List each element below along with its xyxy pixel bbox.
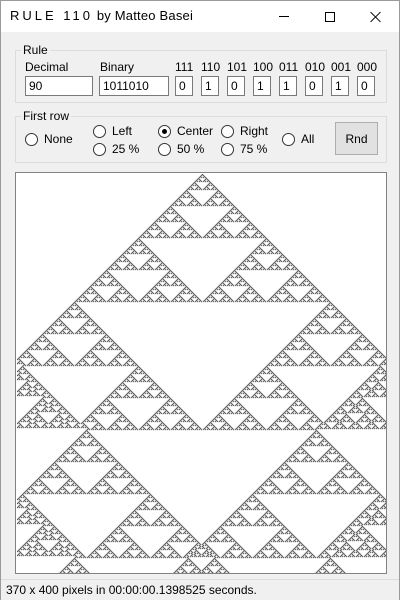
radio-none-label: None xyxy=(44,132,73,146)
rnd-button[interactable]: Rnd xyxy=(335,122,378,155)
rule-group-label: Rule xyxy=(21,43,50,57)
radio-right[interactable]: Right xyxy=(221,124,268,138)
bit-input-110[interactable]: 1 xyxy=(201,76,219,96)
radio-50-label: 50 % xyxy=(177,142,205,156)
maximize-button[interactable] xyxy=(307,1,353,32)
binary-input[interactable]: 1011010 xyxy=(99,76,169,96)
radio-all[interactable]: All xyxy=(282,132,314,146)
radio-75-label: 75 % xyxy=(240,142,268,156)
radio-75[interactable]: 75 % xyxy=(221,142,267,156)
bit-input-001[interactable]: 1 xyxy=(331,76,349,96)
bit-input-100[interactable]: 1 xyxy=(253,76,271,96)
radio-all-indicator xyxy=(282,132,295,146)
bit-label-111: 111 xyxy=(175,60,194,74)
first-row-group-label: First row xyxy=(21,109,71,123)
close-icon xyxy=(370,11,382,23)
bit-label-100: 100 xyxy=(253,60,274,74)
bit-input-011[interactable]: 1 xyxy=(279,76,297,96)
minimize-icon xyxy=(279,16,289,17)
radio-25[interactable]: 25 % xyxy=(93,142,139,156)
radio-none[interactable]: None xyxy=(25,132,73,146)
bit-label-101: 101 xyxy=(227,60,248,74)
radio-left-label: Left xyxy=(112,124,133,138)
binary-label: Binary xyxy=(100,60,135,74)
decimal-label: Decimal xyxy=(25,60,69,74)
radio-none-indicator xyxy=(25,132,38,146)
bit-input-101[interactable]: 0 xyxy=(227,76,245,96)
minimize-button[interactable] xyxy=(261,1,307,32)
bit-label-011: 011 xyxy=(279,60,299,74)
bit-input-000[interactable]: 0 xyxy=(357,76,375,96)
window-title: RULE 110 by Matteo Basei xyxy=(10,8,193,23)
maximize-icon xyxy=(325,11,335,22)
automaton-canvas[interactable] xyxy=(17,174,386,573)
radio-left-indicator xyxy=(93,124,106,138)
window-title-rule: RULE 110 xyxy=(10,8,94,23)
bit-label-110: 110 xyxy=(201,60,221,74)
radio-center-label: Center xyxy=(177,124,214,138)
bit-input-111[interactable]: 0 xyxy=(175,76,193,96)
radio-50-indicator xyxy=(158,142,171,156)
status-bar: 370 x 400 pixels in 00:00:00.1398525 sec… xyxy=(1,579,399,600)
radio-75-indicator xyxy=(221,142,234,156)
bit-input-010[interactable]: 0 xyxy=(305,76,323,96)
title-bar[interactable]: RULE 110 by Matteo Basei xyxy=(1,1,399,32)
close-button[interactable] xyxy=(353,1,399,32)
bit-label-000: 000 xyxy=(357,60,378,74)
radio-all-label: All xyxy=(301,132,315,146)
app-window: RULE 110 by Matteo Basei Rule Decimal 90… xyxy=(0,0,400,600)
bit-label-010: 010 xyxy=(305,60,326,74)
radio-right-label: Right xyxy=(240,124,269,138)
radio-25-indicator xyxy=(93,142,106,156)
bit-label-001: 001 xyxy=(331,60,352,74)
window-title-author: by Matteo Basei xyxy=(96,8,194,23)
automaton-canvas-frame xyxy=(15,172,387,574)
radio-center[interactable]: Center xyxy=(158,124,213,138)
radio-right-indicator xyxy=(221,124,234,138)
radio-center-indicator xyxy=(158,124,171,138)
radio-25-label: 25 % xyxy=(112,142,140,156)
status-text: 370 x 400 pixels in 00:00:00.1398525 sec… xyxy=(6,583,257,597)
radio-50[interactable]: 50 % xyxy=(158,142,204,156)
decimal-input[interactable]: 90 xyxy=(25,76,93,96)
radio-left[interactable]: Left xyxy=(93,124,132,138)
